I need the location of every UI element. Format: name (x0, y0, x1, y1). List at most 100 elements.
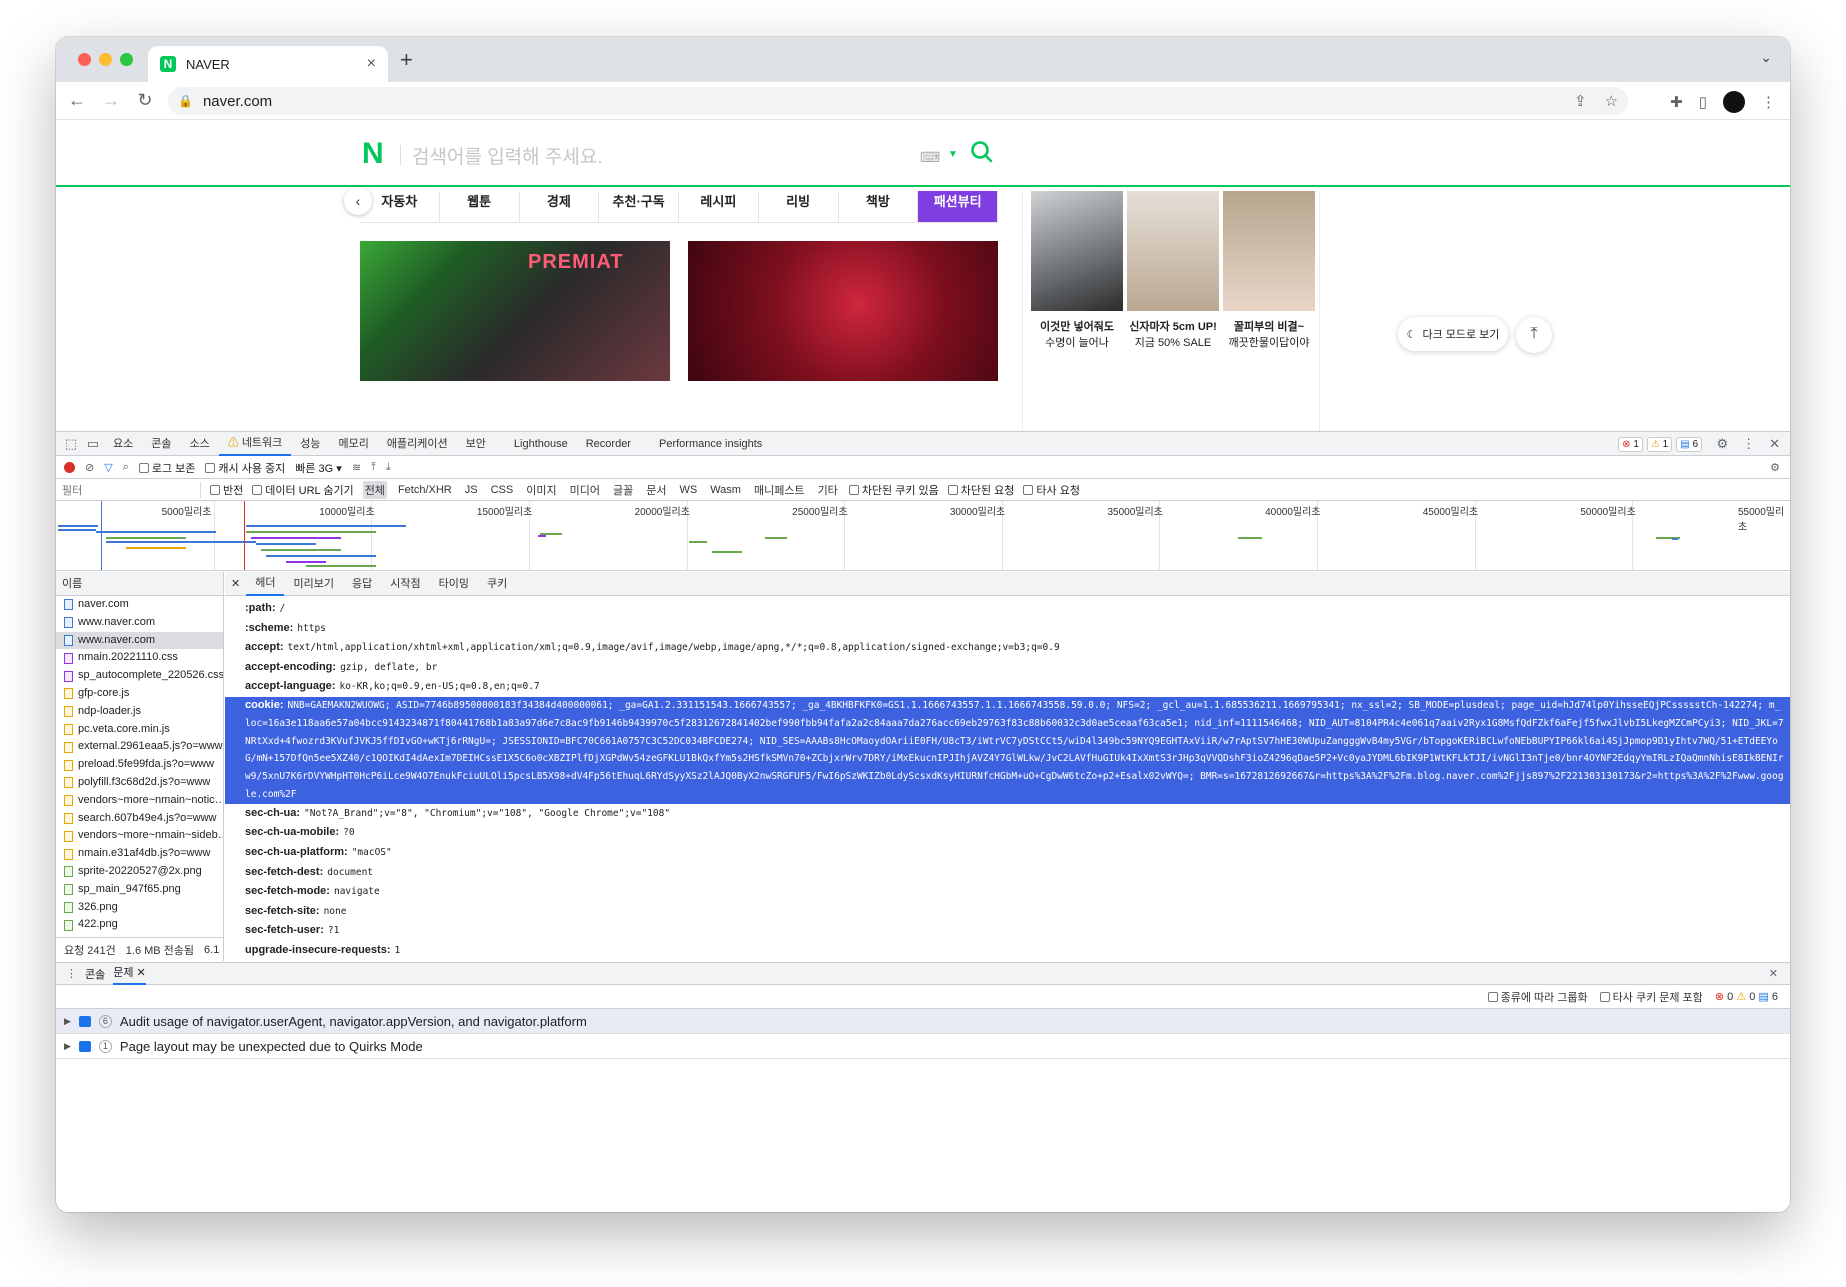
search-network-icon[interactable]: ⌕ (123, 461, 129, 474)
browser-menu-icon[interactable]: ⋮ (1761, 93, 1776, 111)
share-icon[interactable]: ⇪ (1574, 92, 1587, 110)
browser-tab[interactable]: N NAVER × (148, 46, 388, 82)
header-row[interactable]: upgrade-insecure-requests: 1 (225, 941, 1790, 961)
filter-funnel-icon[interactable]: ▽ (104, 461, 112, 474)
devtools-tab[interactable]: Performance insights (650, 432, 771, 456)
request-row[interactable]: sp_main_947f65.png (56, 881, 223, 899)
beauty-banner-image[interactable] (688, 241, 998, 381)
throttle-select[interactable]: 빠른 3G ▾ (295, 460, 342, 476)
warning-count-badge[interactable]: ⚠ 1 (1646, 437, 1673, 452)
detail-tab[interactable]: 타이밍 (430, 572, 478, 596)
preserve-log-checkbox[interactable]: 로그 보존 (138, 460, 195, 476)
record-button[interactable] (64, 462, 75, 473)
search-input[interactable]: 검색어를 입력해 주세요. (412, 142, 603, 169)
detail-tab[interactable]: 쿠키 (478, 572, 516, 596)
product-caption[interactable]: 신자마자 5cm UP! 지금 50% SALE (1125, 319, 1221, 351)
category-item[interactable]: 자동차 (360, 191, 440, 222)
device-toolbar-icon[interactable]: ▭ (82, 436, 104, 452)
type-filter[interactable]: 문서 (644, 481, 668, 499)
request-row[interactable]: nmain.e31af4db.js?o=www (56, 845, 223, 863)
header-row[interactable]: sec-fetch-dest: document (225, 863, 1790, 883)
type-filter[interactable]: 기타 (816, 481, 840, 499)
product-caption[interactable]: 이것만 넣어줘도 수명이 늘어나 (1029, 319, 1125, 351)
category-item[interactable]: 레시피 (679, 191, 759, 222)
header-row[interactable]: user-agent:Mozilla/5.0 (Macintosh; Intel… (225, 961, 1790, 962)
request-row[interactable]: ndp-loader.js (56, 703, 223, 721)
drawer-tab-issues[interactable]: 문제 ✕ (113, 963, 146, 985)
close-drawer-icon[interactable]: ✕ (1769, 967, 1778, 980)
header-row[interactable]: sec-fetch-user: ?1 (225, 921, 1790, 941)
detail-tab[interactable]: 미리보기 (284, 572, 342, 596)
devtools-tab[interactable]: 콘솔 (142, 432, 180, 456)
scroll-top-button[interactable]: ⤒ (1516, 317, 1552, 353)
issue-row[interactable]: ▶ 1 Page layout may be unexpected due to… (56, 1034, 1790, 1059)
request-row[interactable]: external.2961eaa5.js?o=www (56, 738, 223, 756)
lock-icon[interactable]: 🔒 (178, 94, 193, 108)
hide-data-urls-checkbox[interactable]: 데이터 URL 숨기기 (252, 482, 354, 498)
request-row[interactable]: vendors~more~nmain~sideb… (56, 827, 223, 845)
request-row[interactable]: sprite-20220527@2x.png (56, 863, 223, 881)
network-settings-icon[interactable]: ⚙ (1770, 461, 1780, 474)
header-row[interactable]: :scheme: https (225, 619, 1790, 639)
category-item[interactable]: 추천·구독 (599, 191, 679, 222)
request-row[interactable]: www.naver.com (56, 631, 223, 650)
search-icon[interactable] (970, 140, 994, 164)
close-tab-icon[interactable]: × (367, 55, 376, 73)
issue-row[interactable]: ▶ 6 Audit usage of navigator.userAgent, … (56, 1009, 1790, 1034)
export-har-icon[interactable]: ⤓ (386, 461, 391, 474)
back-button[interactable]: ← (60, 90, 94, 111)
request-row[interactable]: nmain.20221110.css (56, 649, 223, 667)
devtools-tab[interactable]: 애플리케이션 (378, 432, 457, 456)
side-panel-icon[interactable]: ▯ (1699, 93, 1707, 111)
type-filter[interactable]: 이미지 (524, 481, 558, 499)
disable-cache-checkbox[interactable]: 캐시 사용 중지 (205, 460, 285, 476)
network-conditions-icon[interactable]: ≋ (352, 461, 361, 474)
devtools-tab[interactable]: 성능 (291, 432, 329, 456)
import-har-icon[interactable]: ⤒ (371, 461, 376, 474)
request-row[interactable]: sp_autocomplete_220526.css (56, 667, 223, 685)
blocked-requests-checkbox[interactable]: 차단된 요청 (947, 482, 1014, 498)
url-text[interactable]: naver.com (203, 93, 272, 110)
drawer-tab-console[interactable]: 콘솔 (85, 966, 105, 982)
category-item[interactable]: 리빙 (759, 191, 839, 222)
type-filter[interactable]: Fetch/XHR (396, 483, 454, 497)
network-timeline-overview[interactable]: 5000밀리초 10000밀리초 15000밀리초 20000밀리초 25000밀리초 3… (56, 501, 1790, 571)
header-row[interactable]: :path: / (225, 599, 1790, 619)
detail-tab-headers[interactable]: 헤더 (246, 572, 285, 596)
naver-logo[interactable]: N (362, 137, 384, 171)
filter-input[interactable]: 필터 (56, 481, 201, 498)
close-devtools-icon[interactable]: ✕ (1769, 436, 1780, 452)
reload-button[interactable]: ↻ (128, 90, 162, 111)
tab-search-chevron-icon[interactable]: ⌄ (1760, 49, 1772, 66)
clear-icon[interactable]: ⊘ (85, 461, 94, 474)
header-row[interactable]: accept-encoding: gzip, deflate, br (225, 658, 1790, 678)
info-count-badge[interactable]: ▤ 6 (1676, 437, 1702, 452)
type-filter[interactable]: CSS (489, 483, 516, 497)
category-item[interactable]: 책방 (839, 191, 919, 222)
header-row[interactable]: sec-ch-ua: "Not?A_Brand";v="8", "Chromium… (225, 804, 1790, 824)
group-by-kind-checkbox[interactable]: 종류에 따라 그룹화 (1487, 989, 1588, 1005)
detail-tab[interactable]: 시작점 (381, 572, 429, 596)
new-tab-button[interactable]: + (400, 47, 413, 73)
request-row[interactable]: search.607b49e4.js?o=www (56, 810, 223, 828)
request-row[interactable]: preload.5fe99fda.js?o=www (56, 756, 223, 774)
devtools-tab[interactable]: Lighthouse (505, 432, 577, 456)
keyboard-icon[interactable]: ⌨ (920, 149, 940, 166)
type-filter-all[interactable]: 전체 (362, 480, 387, 499)
third-party-checkbox[interactable]: 타사 요청 (1023, 482, 1080, 498)
error-count-badge[interactable]: ⊗ 1 (1618, 437, 1643, 452)
issue-badges[interactable]: ⊗ 1 ⚠ 1 ▤ 6 (1618, 437, 1702, 452)
category-prev-button[interactable]: ‹ (344, 187, 372, 215)
extensions-puzzle-icon[interactable]: ✚ (1670, 93, 1683, 111)
request-row[interactable]: 422.png (56, 916, 223, 934)
expand-triangle-icon[interactable]: ▶ (64, 1041, 71, 1052)
devtools-tab[interactable]: 요소 (104, 432, 142, 456)
invert-checkbox[interactable]: 반전 (210, 482, 243, 498)
request-row[interactable]: polyfill.f3c68d2d.js?o=www (56, 774, 223, 792)
product-image-shoes[interactable] (1127, 191, 1219, 311)
drawer-menu-icon[interactable]: ⋮ (66, 967, 77, 980)
zoom-window-button[interactable] (120, 53, 133, 66)
devtools-tab[interactable]: Recorder (577, 432, 640, 456)
dropdown-triangle-icon[interactable]: ▼ (948, 149, 958, 160)
minimize-window-button[interactable] (99, 53, 112, 66)
